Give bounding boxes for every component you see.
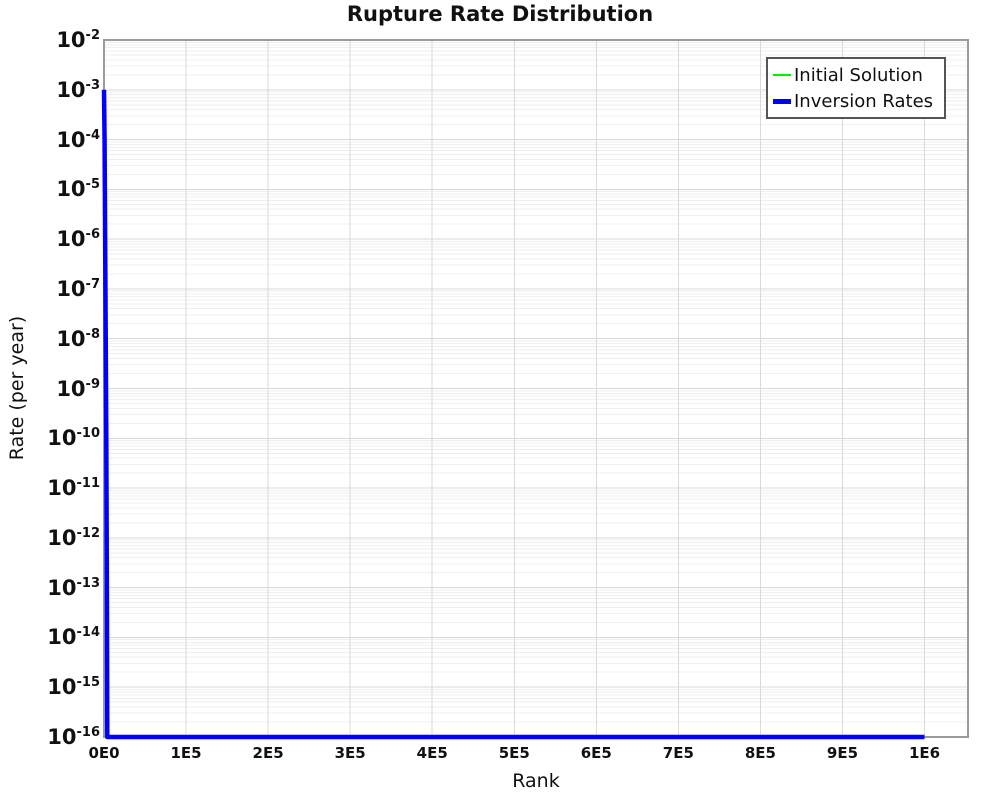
y-tick-label: 10-10 (20, 427, 100, 449)
legend-item-inversion-rates: Inversion Rates (773, 88, 938, 114)
y-tick-label: 10-12 (20, 527, 100, 549)
x-tick-label: 5E5 (499, 744, 530, 762)
x-tick-label: 6E5 (581, 744, 612, 762)
y-tick-label: 10-9 (20, 378, 100, 400)
plot-area (0, 0, 1000, 800)
y-tick-label: 10-7 (20, 278, 100, 300)
x-tick-label: 3E5 (335, 744, 366, 762)
y-tick-label: 10-11 (20, 477, 100, 499)
initial-solution-line-swatch (773, 74, 791, 76)
legend-label: Initial Solution (794, 65, 923, 86)
x-tick-label: 2E5 (253, 744, 284, 762)
x-tick-label: 4E5 (417, 744, 448, 762)
y-tick-label: 10-14 (20, 626, 100, 648)
y-tick-label: 10-4 (20, 129, 100, 151)
x-axis-title: Rank (512, 770, 559, 792)
y-tick-label: 10-8 (20, 328, 100, 350)
y-tick-label: 10-2 (20, 29, 100, 51)
legend-item-initial-solution: Initial Solution (773, 62, 938, 88)
y-tick-label: 10-3 (20, 79, 100, 101)
y-tick-label: 10-5 (20, 178, 100, 200)
legend: Initial Solution Inversion Rates (766, 57, 946, 119)
x-tick-label: 7E5 (663, 744, 694, 762)
chart-title: Rupture Rate Distribution (0, 2, 1000, 26)
y-tick-label: 10-15 (20, 676, 100, 698)
y-tick-label: 10-6 (20, 228, 100, 250)
inversion-rates-line-swatch (773, 99, 791, 104)
y-tick-label: 10-13 (20, 577, 100, 599)
legend-label: Inversion Rates (794, 91, 933, 112)
x-tick-label: 1E5 (170, 744, 201, 762)
x-tick-label: 1E6 (909, 744, 940, 762)
y-tick-label: 10-16 (20, 726, 100, 748)
x-tick-label: 8E5 (745, 744, 776, 762)
x-tick-label: 9E5 (827, 744, 858, 762)
